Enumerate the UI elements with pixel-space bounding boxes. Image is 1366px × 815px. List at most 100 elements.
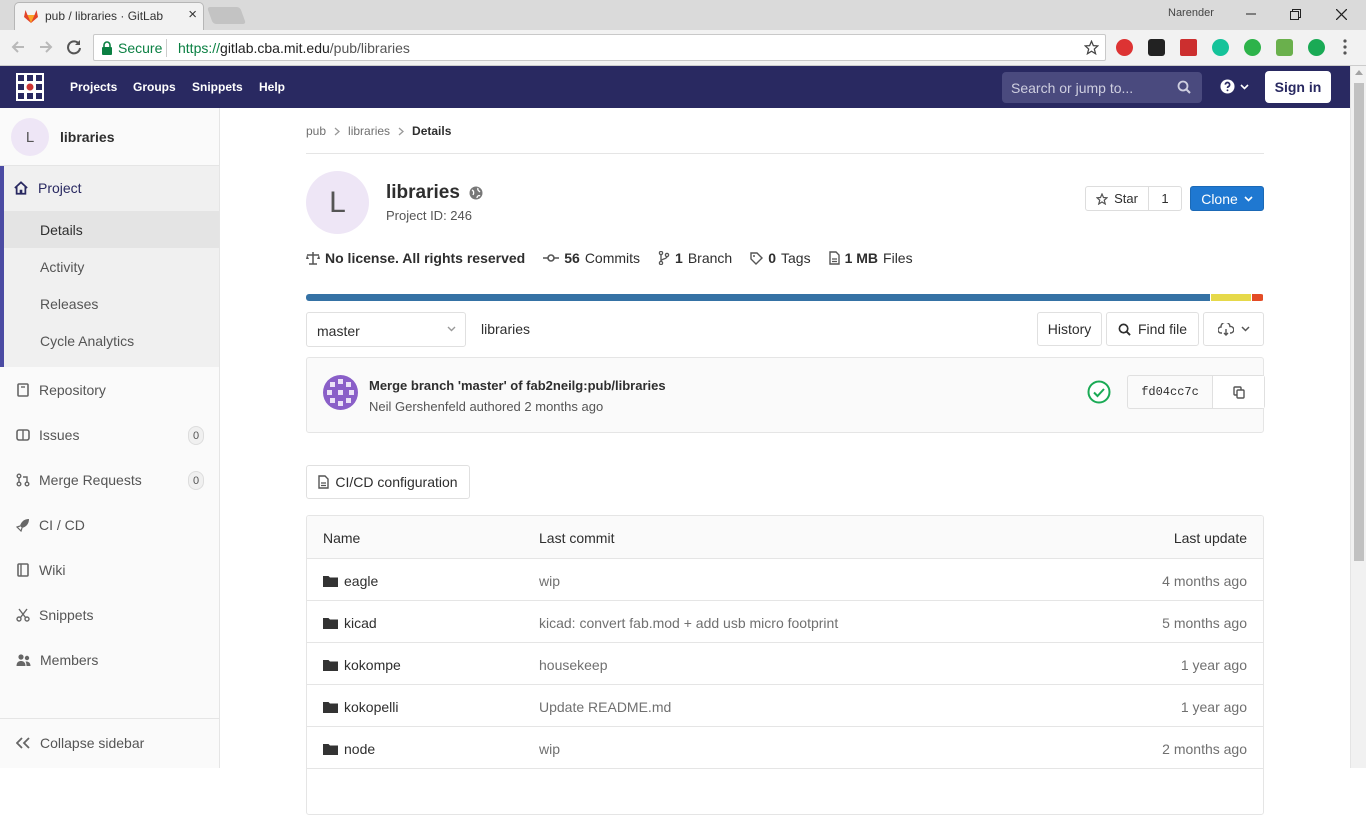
sidebar-context-header[interactable]: L libraries: [0, 108, 219, 166]
sidebar-item-releases[interactable]: Releases: [40, 296, 98, 312]
repo-path-label[interactable]: libraries: [481, 321, 530, 337]
breadcrumb-item-pub[interactable]: pub: [306, 124, 326, 138]
browser-tab[interactable]: pub / libraries · GitLab ×: [14, 2, 204, 30]
sidebar-item-members[interactable]: Members: [16, 652, 98, 668]
new-tab-button[interactable]: [206, 7, 247, 24]
file-name-cell[interactable]: node: [323, 741, 375, 757]
sign-in-button[interactable]: Sign in: [1265, 71, 1331, 103]
window-close-icon[interactable]: [1330, 4, 1352, 24]
nav-snippets[interactable]: Snippets: [192, 80, 243, 94]
files-size: 1 MB: [844, 250, 879, 266]
page-scrollbar[interactable]: [1350, 66, 1366, 768]
tags-stat[interactable]: 0 Tags: [750, 250, 811, 266]
file-icon: [828, 251, 840, 265]
nav-projects[interactable]: Projects: [70, 80, 117, 94]
ci-cd-configuration-button[interactable]: CI/CD configuration: [306, 465, 470, 499]
last-commit-cell[interactable]: wip: [539, 741, 560, 757]
file-name-cell[interactable]: kokompe: [323, 657, 401, 673]
file-name-cell[interactable]: kicad: [323, 615, 377, 631]
extension-icon[interactable]: [1180, 39, 1197, 56]
sidebar-item-snippets[interactable]: Snippets: [16, 607, 93, 623]
copy-sha-button[interactable]: [1213, 376, 1264, 408]
breadcrumb-item-libraries[interactable]: libraries: [348, 124, 390, 138]
language-segment[interactable]: [306, 294, 1211, 301]
language-segment[interactable]: [1211, 294, 1251, 301]
sidebar-item-merge-requests[interactable]: Merge Requests: [16, 472, 142, 488]
find-file-button[interactable]: Find file: [1106, 312, 1199, 346]
browser-menu-icon[interactable]: [1343, 39, 1347, 55]
back-icon[interactable]: [10, 39, 26, 55]
table-row[interactable]: kicad kicad: convert fab.mod + add usb mi…: [307, 601, 1263, 643]
table-row[interactable]: kokopelli Update README.md 1 year ago: [307, 685, 1263, 727]
table-row[interactable]: node wip 2 months ago: [307, 727, 1263, 769]
nav-help[interactable]: Help: [259, 80, 285, 94]
star-button[interactable]: Star: [1086, 187, 1149, 210]
language-segment[interactable]: [1251, 294, 1263, 301]
sidebar-item-repository[interactable]: Repository: [16, 382, 106, 398]
search-input[interactable]: [1002, 72, 1172, 103]
star-count[interactable]: 1: [1149, 187, 1181, 210]
collapse-sidebar-button[interactable]: Collapse sidebar: [0, 718, 219, 768]
pipeline-passed-icon[interactable]: [1087, 380, 1111, 404]
folder-name[interactable]: kokompe: [344, 657, 401, 673]
sidebar-item-activity[interactable]: Activity: [40, 259, 84, 275]
last-commit-cell[interactable]: wip: [539, 573, 560, 589]
branch-stat[interactable]: 1 Branch: [658, 250, 732, 266]
opera-extension-icon[interactable]: [1116, 39, 1133, 56]
last-commit-cell[interactable]: Update README.md: [539, 699, 671, 715]
help-dropdown[interactable]: [1220, 79, 1249, 94]
site-logo-icon[interactable]: [16, 73, 44, 101]
author-avatar[interactable]: [323, 375, 358, 410]
commit-message[interactable]: Merge branch 'master' of fab2neilg:pub/l…: [369, 378, 666, 393]
folder-name[interactable]: eagle: [344, 573, 378, 589]
restore-icon[interactable]: [1284, 4, 1306, 24]
folder-name[interactable]: node: [344, 741, 375, 757]
branch-select[interactable]: master: [306, 312, 466, 347]
extension-icon[interactable]: [1148, 39, 1165, 56]
license-stat[interactable]: No license. All rights reserved: [306, 250, 525, 266]
file-name-cell[interactable]: eagle: [323, 573, 378, 589]
file-name-cell[interactable]: kokopelli: [323, 699, 398, 715]
last-commit-cell[interactable]: kicad: convert fab.mod + add usb micro f…: [539, 615, 838, 631]
files-stat[interactable]: 1 MB Files: [828, 250, 913, 266]
clone-button[interactable]: Clone: [1190, 186, 1264, 211]
minimize-icon[interactable]: [1240, 4, 1262, 24]
nav-groups[interactable]: Groups: [133, 80, 176, 94]
address-bar[interactable]: Secure https://gitlab.cba.mit.edu/pub/li…: [93, 34, 1106, 61]
commit-sha[interactable]: fd04cc7c: [1128, 376, 1213, 408]
sidebar-project-name[interactable]: libraries: [60, 129, 114, 145]
sidebar-item-wiki[interactable]: Wiki: [16, 562, 65, 578]
sidebar-item-issues[interactable]: Issues: [16, 427, 79, 443]
grammarly-icon[interactable]: [1212, 39, 1229, 56]
sidebar-item-details[interactable]: Details: [40, 222, 83, 238]
table-row[interactable]: eagle wip 4 months ago: [307, 559, 1263, 601]
scroll-up-arrow-icon[interactable]: [1355, 70, 1363, 75]
tab-close-icon[interactable]: ×: [188, 6, 197, 24]
download-dropdown-button[interactable]: [1203, 312, 1264, 346]
reload-icon[interactable]: [66, 39, 82, 55]
check-extension-icon[interactable]: [1244, 39, 1261, 56]
sidebar-item-label: Project: [38, 180, 82, 196]
sidebar-item-cycle-analytics[interactable]: Cycle Analytics: [40, 333, 134, 349]
evernote-icon[interactable]: [1308, 39, 1325, 56]
browser-profile-name[interactable]: Narender: [1168, 7, 1214, 19]
sidebar-item-project[interactable]: Project: [14, 180, 82, 196]
table-row[interactable]: kokompe housekeep 1 year ago: [307, 643, 1263, 685]
search-icon[interactable]: [1177, 80, 1191, 94]
commits-label: Commits: [584, 250, 641, 266]
sidebar-item-ci-cd[interactable]: CI / CD: [16, 517, 85, 533]
scrollbar-thumb[interactable]: [1354, 83, 1364, 561]
bookmark-star-icon[interactable]: [1084, 40, 1099, 55]
repository-languages-bar[interactable]: [306, 294, 1264, 301]
license-label: No license. All rights reserved: [325, 250, 526, 266]
last-commit-cell[interactable]: housekeep: [539, 657, 608, 673]
folder-name[interactable]: kicad: [344, 615, 377, 631]
folder-name[interactable]: kokopelli: [344, 699, 398, 715]
breadcrumb-item-details[interactable]: Details: [412, 124, 451, 138]
forward-icon[interactable]: [38, 39, 54, 55]
commits-stat[interactable]: 56 Commits: [543, 250, 640, 266]
project-avatar-small: L: [11, 118, 49, 156]
commit-author[interactable]: Neil Gershenfeld: [369, 399, 466, 414]
extension-icon[interactable]: [1276, 39, 1293, 56]
history-button[interactable]: History: [1037, 312, 1102, 346]
